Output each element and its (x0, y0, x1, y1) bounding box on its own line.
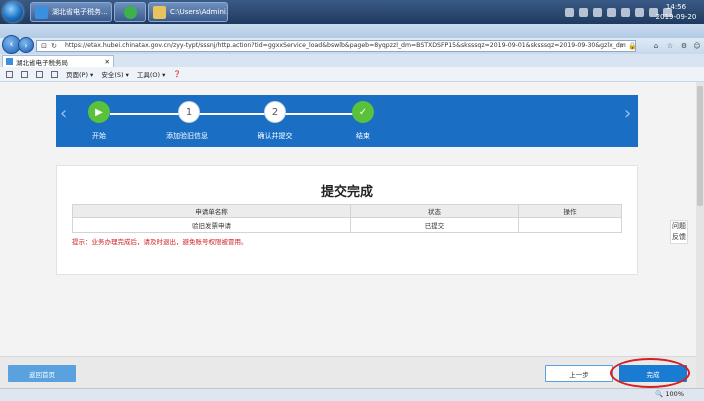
table-row: 验旧发票申请 已提交 (72, 217, 622, 233)
tray-icon[interactable] (607, 7, 616, 17)
column-header: 申请单名称 (72, 204, 351, 218)
tray-icon[interactable] (579, 7, 588, 17)
step-label: 开始 (92, 132, 106, 140)
previous-step-button[interactable]: 上一步 (545, 365, 613, 382)
clock-date: 2019-09-20 (655, 13, 697, 21)
step-number: 2 (271, 106, 279, 118)
scrollbar-thumb[interactable] (697, 86, 703, 206)
window-titlebar (0, 24, 704, 38)
browser-tab[interactable]: 湖北省电子税务局 ✕ (2, 55, 114, 67)
back-to-home-button[interactable]: 返回首页 (8, 365, 76, 382)
table-cell: 已提交 (350, 217, 519, 233)
steps-connector (110, 113, 364, 115)
taskbar-item-folder[interactable]: C:\Users\Admini... (148, 2, 228, 22)
step-start: ▶ (88, 101, 110, 123)
step-label: 结束 (356, 132, 370, 140)
feedback-label: 反馈 (672, 233, 686, 241)
tray-icon[interactable] (593, 7, 602, 17)
zoom-icon: 🔍 (655, 390, 664, 398)
taskbar-item-app[interactable] (114, 2, 146, 22)
taskbar-item-label: 湖北省电子税务... (52, 8, 108, 16)
play-icon: ▶ (95, 106, 103, 118)
step-end: ✓ (352, 101, 374, 123)
refresh-icon[interactable]: ↻ (50, 42, 58, 50)
close-tab-icon[interactable]: ✕ (105, 58, 110, 66)
step-label: 确认并提交 (257, 132, 293, 140)
home-icon[interactable]: ⌂ (652, 42, 660, 50)
tab-title: 湖北省电子税务局 (16, 58, 68, 67)
chevron-right-icon[interactable]: › (624, 104, 631, 124)
menu-safety[interactable]: 安全(S) ▾ (101, 69, 129, 79)
step-number: 1 (185, 106, 193, 118)
command-bar: 页面(P) ▾ 安全(S) ▾ 工具(O) ▾ ❓ (0, 67, 704, 82)
smiley-icon[interactable]: ☺ (693, 42, 701, 50)
column-header: 状态 (350, 204, 519, 218)
feedback-button[interactable]: 问题 反馈 (670, 220, 688, 244)
favorites-icon[interactable]: ☆ (666, 42, 674, 50)
mail-icon[interactable] (36, 70, 43, 78)
url-text: https://etax.hubei.chinatax.gov.cn/zyy-t… (65, 42, 626, 49)
forward-button[interactable]: › (18, 37, 34, 53)
search-icon[interactable]: ⌕ (618, 42, 626, 50)
feeds-icon[interactable] (21, 70, 28, 78)
clock[interactable]: 14:56 2019-09-20 (654, 2, 698, 22)
step-label: 添加验旧信息 (166, 132, 208, 140)
menu-tools[interactable]: 工具(O) ▾ (137, 69, 166, 79)
taskbar-item-label: C:\Users\Admini... (170, 8, 228, 16)
print-icon[interactable] (51, 70, 58, 78)
url-input[interactable]: https://etax.hubei.chinatax.gov.cn/zyy-t… (36, 40, 636, 52)
menu-page[interactable]: 页面(P) ▾ (66, 69, 93, 79)
feedback-label: 问题 (672, 222, 686, 230)
start-button[interactable] (3, 2, 23, 22)
tray-icon[interactable] (621, 7, 630, 17)
tray-icon[interactable] (635, 7, 644, 17)
page-title: 提交完成 (320, 185, 373, 200)
ie-icon (35, 5, 48, 19)
highlight-circle (610, 358, 690, 388)
step-add-info: 1 (178, 101, 200, 123)
zoom-value: 100% (665, 390, 684, 398)
page-icon: ⊡ (41, 42, 47, 50)
result-table: 申请单名称 状态 操作 验旧发票申请 已提交 (72, 204, 622, 233)
clock-time: 14:56 (665, 3, 687, 11)
column-header: 操作 (518, 204, 622, 218)
chevron-left-icon[interactable]: ‹ (60, 104, 67, 124)
taskbar-item-browser[interactable]: 湖北省电子税务... (30, 2, 112, 22)
settings-icon[interactable]: ⚙ (680, 42, 688, 50)
check-icon: ✓ (358, 106, 368, 118)
zoom-level[interactable]: 🔍 100% (655, 390, 684, 398)
folder-icon (153, 5, 166, 19)
tab-favicon-icon (6, 58, 13, 65)
green-app-icon (123, 5, 137, 19)
help-icon[interactable]: ❓ (173, 70, 181, 78)
table-cell: 验旧发票申请 (72, 217, 351, 233)
step-confirm: 2 (264, 101, 286, 123)
lock-icon: 🔒 (628, 42, 637, 50)
warning-hint: 提示：业务办理完成后，请及时退出，避免账号权限被冒用。 (72, 238, 248, 246)
status-bar (0, 388, 704, 401)
tray-icon[interactable] (565, 7, 574, 17)
home-icon[interactable] (6, 70, 13, 78)
table-cell (518, 217, 622, 233)
